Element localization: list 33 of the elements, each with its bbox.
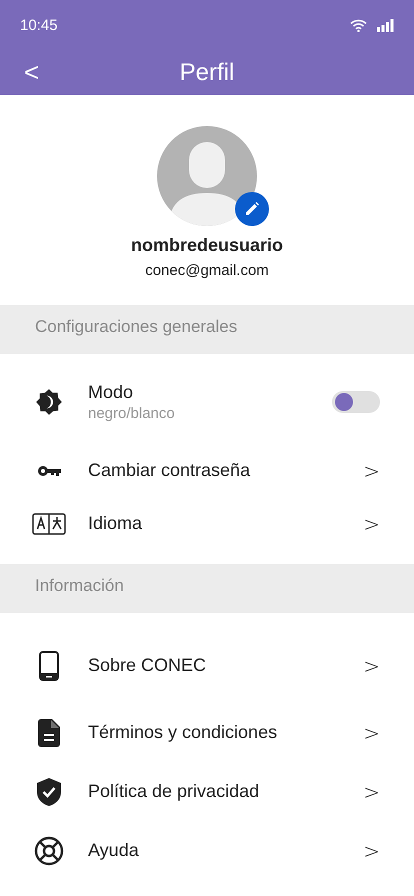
setting-sublabel: negro/blanco [88, 404, 176, 422]
menu-item-label: Términos y condiciones [88, 722, 278, 743]
username: nombredeusuario [130, 235, 284, 256]
status-time: 10:45 [20, 16, 58, 34]
chevron-button[interactable]: > [363, 458, 380, 482]
translate-icon [32, 512, 66, 534]
back-button[interactable]: < [20, 57, 44, 88]
shield-check-icon [37, 778, 61, 806]
chevron-button[interactable]: > [363, 780, 380, 804]
wifi-icon [350, 18, 367, 32]
setting-label: Modo [88, 382, 134, 402]
document-icon [38, 718, 60, 746]
menu-item-label: Idioma [88, 513, 144, 534]
chevron-button[interactable]: > [363, 654, 380, 678]
phone-icon [39, 650, 59, 680]
section-header: Información [35, 576, 125, 596]
menu-item-label: Cambiar contraseña [88, 460, 252, 481]
section-header: Configuraciones generales [35, 317, 238, 337]
lifebuoy-icon [34, 836, 64, 866]
chevron-button[interactable]: > [363, 720, 380, 744]
pencil-icon [245, 202, 259, 216]
chevron-button[interactable]: > [363, 512, 380, 536]
brightness-icon [35, 388, 63, 416]
page-title: Perfil [180, 58, 234, 86]
key-icon [37, 464, 61, 476]
chevron-button[interactable]: > [363, 838, 380, 862]
user-email: conec@gmail.com [145, 262, 269, 279]
edit-avatar-button[interactable] [235, 192, 269, 226]
menu-item-label: Sobre CONEC [88, 655, 208, 676]
signal-icon [377, 18, 394, 32]
menu-item-label: Ayuda [88, 840, 140, 861]
menu-item-label: Política de privacidad [88, 781, 260, 802]
toggle-switch[interactable] [332, 390, 380, 412]
